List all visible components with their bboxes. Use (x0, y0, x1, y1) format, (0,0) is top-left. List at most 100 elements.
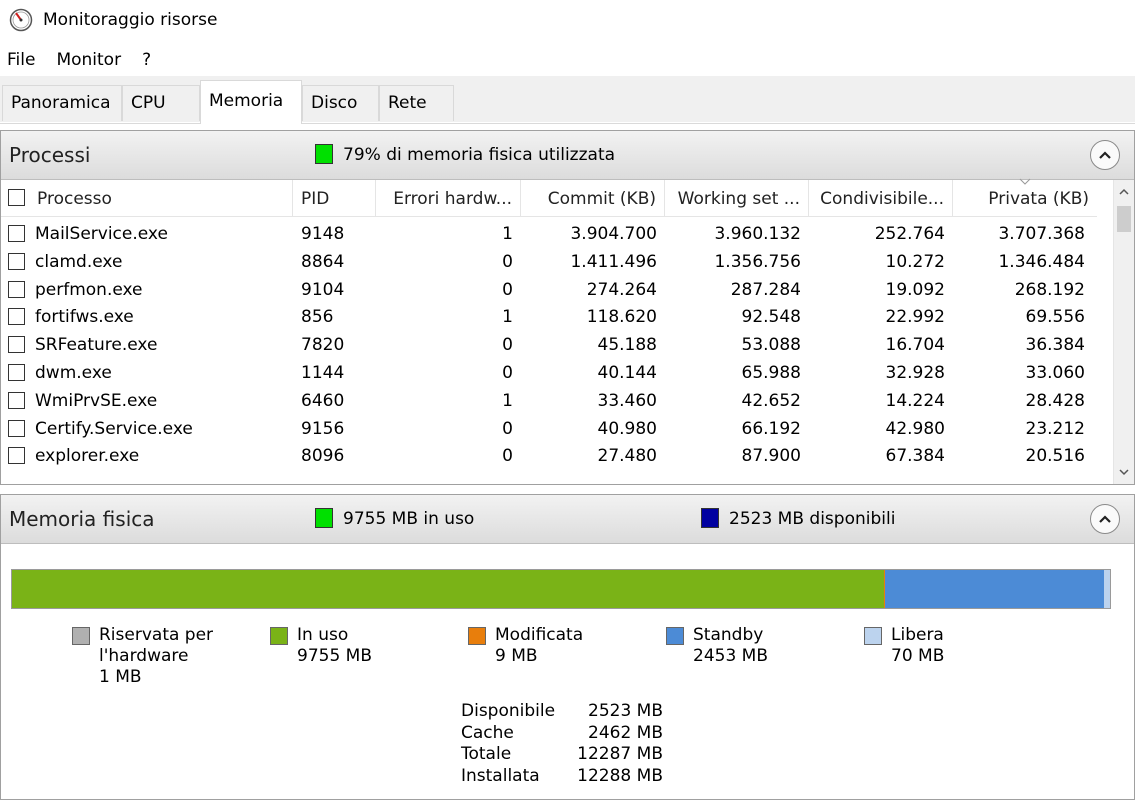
process-commit: 27.480 (597, 446, 657, 467)
legend-line: In uso (297, 625, 349, 645)
process-private: 28.428 (1025, 390, 1085, 411)
tab-panoramica[interactable]: Panoramica (2, 85, 122, 121)
process-working-set: 3.960.132 (714, 224, 801, 244)
legend-swatch (468, 627, 486, 645)
table-row[interactable]: WmiPrvSE.exe 6460 1 33.460 42.652 14.224 28.42… (1, 387, 1097, 415)
process-working-set: 42.652 (741, 390, 801, 411)
process-hard-faults: 0 (502, 279, 513, 300)
process-name: explorer.exe (35, 446, 140, 467)
processes-collapse-button[interactable] (1090, 140, 1120, 170)
processes-scrollbar[interactable] (1113, 180, 1134, 484)
legend-line: l'hardware (99, 646, 189, 666)
table-row[interactable]: MailService.exe 9148 1 3.904.700 3.960.132 25… (1, 220, 1097, 248)
memory-bar-free (1103, 570, 1110, 608)
processes-header[interactable]: Processi 79% di memoria fisica utilizzat… (1, 131, 1134, 180)
process-name: fortifws.exe (35, 307, 134, 328)
menu-bar: File Monitor ? (0, 44, 1135, 76)
process-name: dwm.exe (35, 363, 112, 383)
column-pid[interactable]: PID (293, 180, 376, 216)
process-working-set: 53.088 (741, 335, 801, 356)
process-commit: 45.188 (597, 335, 657, 356)
scroll-up-icon[interactable] (1118, 186, 1130, 198)
summary-label: Disponibile (461, 701, 556, 721)
column-working-set[interactable]: Working set ... (665, 180, 809, 216)
column-private[interactable]: Privata (KB) (953, 180, 1097, 216)
legend-line: Riservata per (99, 625, 214, 645)
legend-swatch (270, 627, 288, 645)
tab-strip: Panoramica CPU Memoria Disco Rete (0, 76, 1135, 124)
summary-row: Cache 2462 MB (461, 723, 663, 745)
table-row[interactable]: fortifws.exe 856 1 118.620 92.548 22.992 69.55… (1, 303, 1097, 331)
processes-title: Processi (9, 143, 91, 167)
summary-row: Disponibile 2523 MB (461, 701, 663, 723)
process-name: WmiPrvSE.exe (35, 390, 158, 411)
process-shareable: 67.384 (885, 446, 945, 467)
table-row[interactable]: dwm.exe 1144 0 40.144 65.988 32.928 33.060 (1, 359, 1097, 387)
physical-memory-collapse-button[interactable] (1090, 504, 1120, 534)
memory-bar-in-use (12, 570, 884, 608)
memory-usage-swatch (315, 144, 333, 164)
table-row[interactable]: explorer.exe 8096 0 27.480 87.900 67.384 20.51… (1, 442, 1097, 470)
menu-monitor[interactable]: Monitor (56, 48, 121, 72)
process-private: 268.192 (1014, 279, 1085, 300)
legend-line: Modificata (495, 625, 584, 645)
process-name: perfmon.exe (35, 279, 143, 300)
process-hard-faults: 1 (502, 307, 513, 328)
processes-column-header: Processo PID Errori hardw... Commit (KB)… (1, 178, 1097, 217)
process-pid: 9148 (301, 224, 345, 244)
memory-usage-text: 79% di memoria fisica utilizzata (343, 145, 616, 165)
table-row[interactable]: Certify.Service.exe 9156 0 40.980 66.192 42.9… (1, 415, 1097, 443)
process-private: 69.556 (1025, 307, 1085, 328)
memory-usage-bar (11, 569, 1111, 609)
column-shareable[interactable]: Condivisibile... (809, 180, 953, 216)
table-row[interactable]: SRFeature.exe 7820 0 45.188 53.088 16.704 36.3… (1, 331, 1097, 359)
summary-value: 2523 MB (588, 701, 663, 721)
tab-memoria[interactable]: Memoria (200, 80, 302, 124)
process-commit: 274.264 (586, 279, 657, 300)
process-hard-faults: 0 (502, 251, 513, 272)
summary-value: 12287 MB (577, 744, 663, 764)
process-pid: 6460 (301, 390, 345, 411)
table-row[interactable]: clamd.exe 8864 0 1.411.496 1.356.756 10.272 1.… (1, 248, 1097, 276)
physical-memory-title: Memoria fisica (9, 507, 155, 531)
memory-summary: Disponibile 2523 MB Cache 2462 MB Totale 1228… (461, 701, 663, 787)
tab-disco[interactable]: Disco (302, 85, 379, 121)
process-shareable: 19.092 (885, 279, 945, 300)
process-shareable: 42.980 (885, 418, 945, 439)
process-commit: 40.144 (597, 363, 657, 383)
available-swatch (701, 508, 719, 528)
process-working-set: 66.192 (741, 418, 801, 439)
processes-panel: Processi 79% di memoria fisica utilizzat… (0, 130, 1135, 485)
process-hard-faults: 1 (502, 224, 513, 244)
process-name: MailService.exe (35, 224, 168, 244)
legend-swatch (72, 627, 90, 645)
physical-memory-header[interactable]: Memoria fisica 9755 MB in uso 2523 MB di… (1, 495, 1134, 544)
process-name: clamd.exe (35, 251, 123, 272)
process-pid: 8096 (301, 446, 345, 467)
tab-cpu[interactable]: CPU (122, 85, 200, 121)
column-commit[interactable]: Commit (KB) (521, 180, 665, 216)
process-private: 23.212 (1025, 418, 1085, 439)
summary-label: Installata (461, 765, 540, 786)
scroll-down-icon[interactable] (1118, 466, 1130, 478)
process-commit: 40.980 (597, 418, 657, 439)
summary-value: 12288 MB (577, 765, 663, 786)
menu-file[interactable]: File (7, 48, 35, 72)
scroll-thumb[interactable] (1117, 206, 1131, 232)
title-bar: Monitoraggio risorse (0, 0, 1135, 40)
process-pid: 9156 (301, 418, 345, 439)
in-use-swatch (315, 508, 333, 528)
legend-line: Standby (693, 625, 764, 645)
chevron-up-icon (1099, 515, 1111, 523)
tab-rete[interactable]: Rete (379, 85, 454, 121)
menu-help[interactable]: ? (142, 48, 151, 72)
column-process[interactable]: Processo (1, 180, 293, 216)
column-hard-faults[interactable]: Errori hardw... (376, 180, 521, 216)
process-hard-faults: 0 (502, 418, 513, 439)
in-use-text: 9755 MB in uso (343, 509, 475, 529)
process-private: 1.346.484 (998, 251, 1085, 272)
process-private: 3.707.368 (998, 224, 1085, 244)
process-name: Certify.Service.exe (35, 418, 193, 439)
table-row[interactable]: perfmon.exe 9104 0 274.264 287.284 19.092 268.… (1, 276, 1097, 304)
process-pid: 856 (301, 307, 334, 328)
